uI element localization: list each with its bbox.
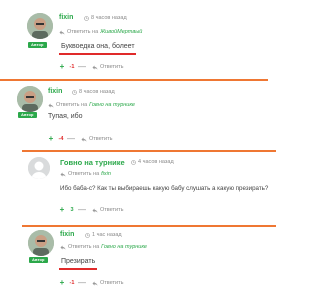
reply-arrow-icon: [81, 137, 87, 142]
downvote-button[interactable]: —: [78, 206, 86, 214]
upvote-button[interactable]: +: [58, 279, 66, 287]
reply-button[interactable]: Ответить: [92, 64, 124, 70]
comment-1: Автор fixin 8 часов назад Ответить на Жи…: [0, 0, 300, 78]
avatar[interactable]: [27, 13, 53, 39]
vote-count: -1: [69, 64, 75, 70]
vote-bar: + -1 — Ответить: [58, 279, 124, 287]
comment-author[interactable]: fixin: [59, 14, 73, 21]
reply-arrow-icon: [59, 30, 65, 35]
comment-time: 4 часов назад: [131, 159, 174, 165]
reply-to-link[interactable]: Ответить на ЖивойМертвый: [59, 29, 142, 35]
comment-3: Говно на турнике 4 часов назад Ответить …: [0, 150, 300, 215]
reply-arrow-icon: [60, 245, 66, 250]
vote-count: -4: [58, 136, 64, 142]
comment-author[interactable]: Говно на турнике: [60, 158, 125, 167]
clock-icon: [72, 89, 77, 95]
vote-bar: + -1 — Ответить: [58, 63, 124, 71]
vote-bar: + 3 — Ответить: [58, 206, 124, 214]
reply-to-link[interactable]: Ответить на Говно на турнике: [60, 244, 147, 250]
comment-time: 8 часов назад: [84, 15, 127, 21]
vote-count: -1: [69, 280, 75, 286]
user-photo-icon: [28, 230, 54, 256]
clock-icon: [84, 15, 89, 21]
comment-text: Буквоедка она, болеет: [61, 43, 135, 50]
downvote-button[interactable]: —: [67, 135, 75, 143]
user-photo-icon: [17, 86, 43, 112]
reply-arrow-icon: [92, 208, 98, 213]
reply-to-link[interactable]: Ответить на fixin: [60, 171, 111, 177]
reply-button[interactable]: Ответить: [92, 207, 124, 213]
reply-to-link[interactable]: Ответить на Говно на турнике: [48, 102, 135, 108]
comment-2: Автор fixin 8 часов назад Ответить на Го…: [0, 80, 300, 143]
comment-author[interactable]: fixin: [60, 231, 74, 238]
downvote-button[interactable]: —: [78, 279, 86, 287]
downvote-button[interactable]: —: [78, 63, 86, 71]
comment-author[interactable]: fixin: [48, 88, 62, 95]
comment-4: Автор fixin 1 час назад Ответить на Говн…: [0, 225, 300, 295]
author-badge: Автор: [28, 42, 47, 48]
author-badge: Автор: [18, 112, 37, 118]
upvote-button[interactable]: +: [58, 63, 66, 71]
avatar[interactable]: [28, 157, 50, 179]
comment-text: Ибо баба-с? Как ты выбираешь какую бабу …: [60, 185, 269, 192]
avatar[interactable]: [28, 230, 54, 256]
reply-arrow-icon: [92, 281, 98, 286]
upvote-button[interactable]: +: [58, 206, 66, 214]
avatar[interactable]: [17, 86, 43, 112]
default-avatar-icon: [28, 157, 50, 179]
reply-button[interactable]: Ответить: [92, 280, 124, 286]
clock-icon: [85, 232, 90, 238]
comment-top-bar: [22, 225, 276, 227]
comment-time: 8 часов назад: [72, 89, 115, 95]
clock-icon: [131, 159, 136, 165]
comment-time: 1 час назад: [85, 232, 122, 238]
reply-arrow-icon: [92, 65, 98, 70]
upvote-button[interactable]: +: [47, 135, 55, 143]
reply-arrow-icon: [60, 172, 66, 177]
user-photo-icon: [27, 13, 53, 39]
comment-text: Презирать: [61, 258, 96, 265]
reply-arrow-icon: [48, 103, 54, 108]
reply-button[interactable]: Ответить: [81, 136, 113, 142]
vote-count: 3: [70, 207, 74, 213]
comment-text: Тупая, ибо: [48, 113, 83, 120]
text-underline: [59, 53, 136, 55]
comment-top-bar: [22, 150, 276, 152]
vote-bar: + -4 — Ответить: [47, 135, 113, 143]
text-underline: [59, 268, 97, 270]
author-badge: Автор: [29, 257, 48, 263]
